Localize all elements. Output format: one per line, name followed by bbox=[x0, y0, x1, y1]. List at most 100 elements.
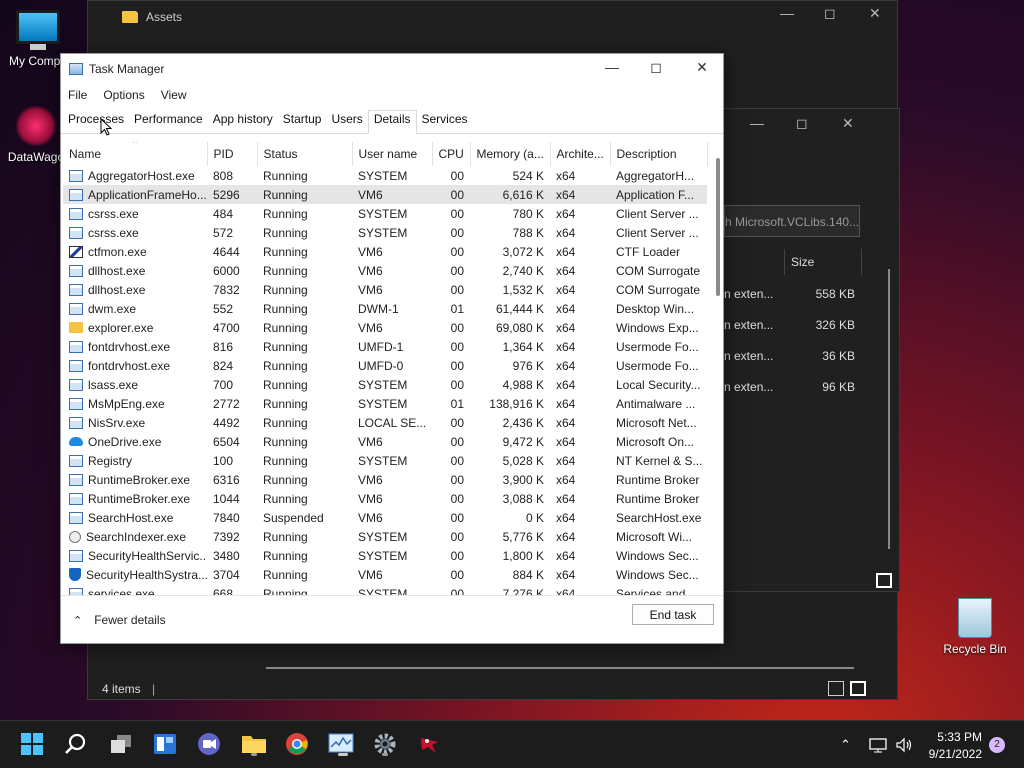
application-icon bbox=[69, 302, 83, 315]
table-row[interactable]: dllhost.exe 6000 Running VM6 00 2,740 K x64 COM… bbox=[63, 261, 707, 280]
details-view-icon[interactable] bbox=[828, 681, 844, 696]
pinned-app-button[interactable] bbox=[416, 730, 444, 758]
tab-performance[interactable]: Performance bbox=[129, 110, 208, 134]
table-row[interactable]: lsass.exe 700 Running SYSTEM 00 4,988 K x64 Loc… bbox=[63, 375, 707, 394]
table-row[interactable]: SecurityHealthSystra... 3704 Running VM6 00 8… bbox=[63, 565, 707, 584]
process-user: VM6 bbox=[358, 567, 383, 582]
search-box[interactable]: h Microsoft.VCLibs.140... bbox=[724, 205, 860, 237]
process-pid: 572 bbox=[213, 225, 234, 240]
column-header-size[interactable]: Size bbox=[784, 249, 862, 275]
table-row[interactable]: fontdrvhost.exe 816 Running UMFD-1 00 1,364 K… bbox=[63, 337, 707, 356]
table-row[interactable]: ApplicationFrameHo... 5296 Running VM6 00 6,6… bbox=[63, 185, 707, 204]
table-row[interactable]: csrss.exe 484 Running SYSTEM 00 780 K x64 Clien… bbox=[63, 204, 707, 223]
file-row[interactable]: n exten... 326 KB bbox=[724, 318, 899, 340]
table-row[interactable]: csrss.exe 572 Running SYSTEM 00 788 K x64 Clien… bbox=[63, 223, 707, 242]
tab-app-history[interactable]: App history bbox=[208, 110, 278, 134]
table-row[interactable]: RuntimeBroker.exe 1044 Running VM6 00 3,088 K… bbox=[63, 489, 707, 508]
table-row[interactable]: NisSrv.exe 4492 Running LOCAL SE... 00 2,436 … bbox=[63, 413, 707, 432]
application-icon bbox=[69, 340, 83, 353]
process-name-cell: SecurityHealthServic... bbox=[69, 549, 207, 563]
table-row[interactable]: RuntimeBroker.exe 6316 Running VM6 00 3,900 K… bbox=[63, 470, 707, 489]
settings-button[interactable] bbox=[371, 730, 399, 758]
column-header-pid[interactable]: PID bbox=[207, 142, 258, 166]
process-status: Running bbox=[263, 263, 308, 278]
chrome-button[interactable] bbox=[283, 730, 311, 758]
table-row[interactable]: dwm.exe 552 Running DWM-1 01 61,444 K x64 Deskt… bbox=[63, 299, 707, 318]
table-row[interactable]: SecurityHealthServic... 3480 Running SYSTEM… bbox=[63, 546, 707, 565]
file-row[interactable]: n exten... 558 KB bbox=[724, 287, 899, 309]
table-row[interactable]: OneDrive.exe 6504 Running VM6 00 9,472 K x64 Mi… bbox=[63, 432, 707, 451]
task-view-button[interactable] bbox=[107, 730, 135, 758]
column-header-description[interactable]: Description bbox=[610, 142, 708, 166]
chevron-up-icon[interactable]: ⌃ bbox=[840, 737, 851, 753]
status-bar: 4 items | bbox=[102, 682, 156, 696]
horizontal-scrollbar[interactable] bbox=[266, 667, 854, 669]
close-button[interactable]: ✕ bbox=[869, 5, 881, 22]
process-arch: x64 bbox=[556, 358, 576, 373]
tiles-view-icon[interactable] bbox=[876, 573, 892, 588]
chevron-up-icon: ⌃ bbox=[73, 614, 83, 627]
vertical-scrollbar-thumb[interactable] bbox=[716, 158, 720, 296]
maximize-button[interactable]: ◻ bbox=[824, 5, 836, 22]
column-header-cpu[interactable]: CPU bbox=[432, 142, 471, 166]
volume-icon[interactable] bbox=[895, 737, 913, 753]
desktop-icon-recycle-bin[interactable]: Recycle Bin bbox=[937, 598, 1013, 656]
menu-file[interactable]: File bbox=[68, 88, 87, 102]
process-cpu: 00 bbox=[450, 225, 464, 240]
fewer-details-toggle[interactable]: ⌃ Fewer details bbox=[73, 613, 166, 627]
tab-details[interactable]: Details bbox=[367, 110, 417, 134]
vertical-scrollbar[interactable] bbox=[888, 269, 890, 549]
minimize-button[interactable]: — bbox=[780, 5, 794, 21]
table-row[interactable]: MsMpEng.exe 2772 Running SYSTEM 01 138,916 K x… bbox=[63, 394, 707, 413]
table-row[interactable]: Registry 100 Running SYSTEM 00 5,028 K x64 NT K… bbox=[63, 451, 707, 470]
table-row[interactable]: explorer.exe 4700 Running VM6 00 69,080 K x64 W… bbox=[63, 318, 707, 337]
process-user: SYSTEM bbox=[358, 168, 408, 183]
minimize-button[interactable]: — bbox=[589, 59, 635, 75]
process-status: Running bbox=[263, 282, 308, 297]
process-description: COM Surrogate bbox=[616, 282, 701, 297]
folder-icon bbox=[69, 322, 83, 333]
maximize-button[interactable]: ◻ bbox=[796, 115, 808, 132]
table-row[interactable]: ctfmon.exe 4644 Running VM6 00 3,072 K x64 CTF … bbox=[63, 242, 707, 261]
file-row[interactable]: n exten... 96 KB bbox=[724, 380, 899, 402]
process-pid: 7840 bbox=[213, 510, 240, 525]
table-row[interactable]: SearchIndexer.exe 7392 Running SYSTEM 00 5,77… bbox=[63, 527, 707, 546]
close-button[interactable]: ✕ bbox=[842, 115, 854, 132]
column-header-architecture[interactable]: Archite... bbox=[550, 142, 611, 166]
start-button[interactable] bbox=[18, 730, 46, 758]
end-task-button[interactable]: End task bbox=[632, 604, 714, 625]
clock[interactable]: 5:33 PM 9/21/2022 bbox=[929, 729, 982, 763]
table-row[interactable]: dllhost.exe 7832 Running VM6 00 1,532 K x64 COM… bbox=[63, 280, 707, 299]
process-cpu: 00 bbox=[450, 529, 464, 544]
widgets-button[interactable] bbox=[151, 730, 179, 758]
notification-badge[interactable]: 2 bbox=[989, 737, 1005, 753]
table-row[interactable]: SearchHost.exe 7840 Suspended VM6 00 0 K x64 Se… bbox=[63, 508, 707, 527]
tiles-view-icon[interactable] bbox=[850, 681, 866, 696]
tab-services[interactable]: Services bbox=[417, 110, 473, 134]
minimize-button[interactable]: — bbox=[750, 115, 764, 131]
column-header-status[interactable]: Status bbox=[257, 142, 353, 166]
search-button[interactable] bbox=[62, 730, 90, 758]
maximize-button[interactable]: ◻ bbox=[633, 59, 679, 76]
task-manager-taskbar-button[interactable] bbox=[327, 730, 355, 758]
column-header-memory[interactable]: Memory (a... bbox=[470, 142, 551, 166]
network-icon[interactable] bbox=[869, 737, 887, 753]
menu-view[interactable]: View bbox=[161, 88, 187, 102]
file-explorer-button[interactable] bbox=[240, 730, 268, 758]
process-description: Desktop Win... bbox=[616, 301, 695, 316]
tab-startup[interactable]: Startup bbox=[278, 110, 327, 134]
file-row[interactable]: n exten... 36 KB bbox=[724, 349, 899, 371]
process-name-cell: lsass.exe bbox=[69, 378, 207, 392]
process-user: SYSTEM bbox=[358, 396, 408, 411]
menu-options[interactable]: Options bbox=[103, 88, 144, 102]
table-row[interactable]: fontdrvhost.exe 824 Running UMFD-0 00 976 K x6… bbox=[63, 356, 707, 375]
tab-processes[interactable]: Processes bbox=[63, 110, 129, 134]
application-icon bbox=[69, 511, 83, 524]
table-row[interactable]: AggregatorHost.exe 808 Running SYSTEM 00 524 … bbox=[63, 166, 707, 185]
process-arch: x64 bbox=[556, 244, 576, 259]
tab-users[interactable]: Users bbox=[326, 110, 367, 134]
column-header-user-name[interactable]: User name bbox=[352, 142, 433, 166]
teams-chat-button[interactable] bbox=[195, 730, 223, 758]
process-status: Running bbox=[263, 377, 308, 392]
close-button[interactable]: ✕ bbox=[679, 59, 725, 76]
